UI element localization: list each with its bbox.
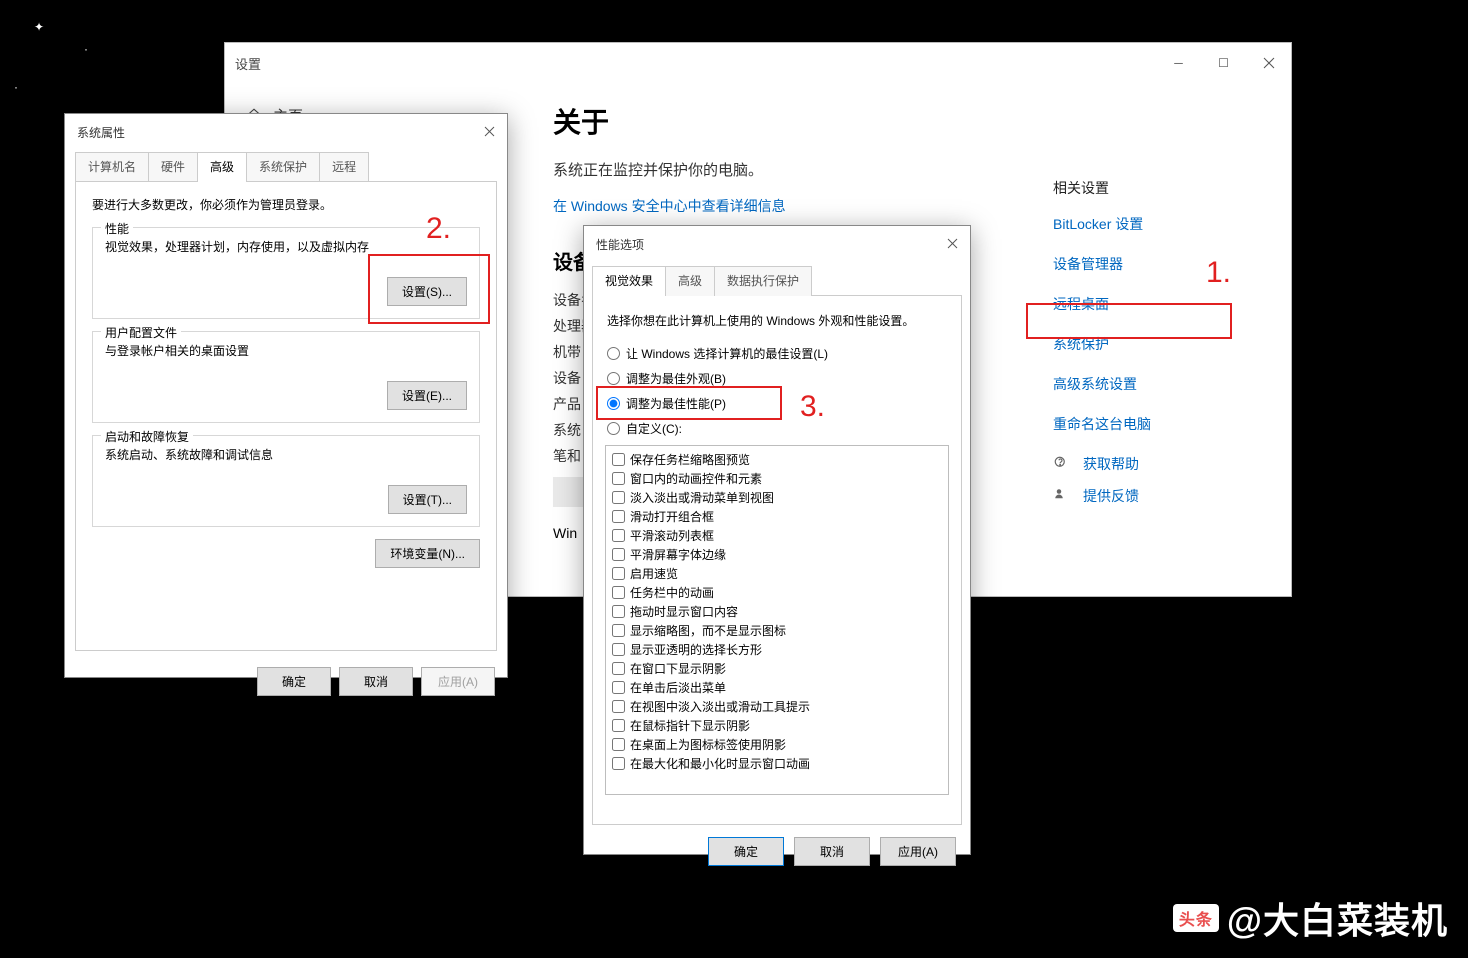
close-button[interactable] — [1246, 48, 1291, 78]
effect-checkbox[interactable]: 淡入淡出或滑动菜单到视图 — [612, 488, 942, 507]
tab-advanced-perf[interactable]: 高级 — [665, 266, 715, 296]
question-icon — [1053, 455, 1071, 473]
radio-custom[interactable]: 自定义(C): — [607, 420, 949, 437]
effect-checkbox[interactable]: 窗口内的动画控件和元素 — [612, 469, 942, 488]
perf-instruction: 选择你想在此计算机上使用的 Windows 外观和性能设置。 — [607, 312, 949, 329]
profile-desc: 与登录帐户相关的桌面设置 — [105, 342, 467, 359]
feedback-icon — [1053, 487, 1071, 505]
minimize-button[interactable]: ─ — [1156, 48, 1201, 78]
anno-num-2: 2. — [426, 212, 451, 246]
effect-checkbox[interactable]: 平滑滚动列表框 — [612, 526, 942, 545]
startup-legend: 启动和故障恢复 — [101, 428, 193, 445]
anno-num-3: 3. — [800, 390, 825, 424]
tab-remote[interactable]: 远程 — [319, 152, 369, 182]
startup-settings-button[interactable]: 设置(T)... — [388, 485, 467, 514]
tab-computer-name[interactable]: 计算机名 — [75, 152, 149, 182]
admin-note: 要进行大多数更改，你必须作为管理员登录。 — [92, 196, 480, 213]
profile-settings-button[interactable]: 设置(E)... — [387, 381, 467, 410]
apply-button[interactable]: 应用(A) — [421, 667, 495, 696]
profile-legend: 用户配置文件 — [101, 324, 181, 341]
effect-checkbox[interactable]: 任务栏中的动画 — [612, 583, 942, 602]
perf-legend: 性能 — [101, 220, 133, 237]
tab-system-protection[interactable]: 系统保护 — [246, 152, 320, 182]
perf-ok-button[interactable]: 确定 — [708, 837, 784, 866]
effect-checkbox[interactable]: 在窗口下显示阴影 — [612, 659, 942, 678]
effect-checkbox[interactable]: 保存任务栏缩略图预览 — [612, 450, 942, 469]
perf-titlebar: 性能选项 — [584, 226, 970, 263]
feedback-link[interactable]: 提供反馈 — [1053, 486, 1263, 506]
effect-checkbox[interactable]: 在视图中淡入淡出或滑动工具提示 — [612, 697, 942, 716]
profiles-group: 用户配置文件 与登录帐户相关的桌面设置 设置(E)... — [92, 331, 480, 423]
radio-best-performance[interactable]: 调整为最佳性能(P) — [607, 395, 949, 412]
effect-checkbox[interactable]: 在最大化和最小化时显示窗口动画 — [612, 754, 942, 773]
radio-best-appearance[interactable]: 调整为最佳外观(B) — [607, 370, 949, 387]
perf-title: 性能选项 — [596, 236, 644, 253]
performance-options-dialog: 性能选项 视觉效果 高级 数据执行保护 选择你想在此计算机上使用的 Window… — [583, 225, 971, 855]
close-icon[interactable] — [484, 126, 495, 140]
sysprops-tabs: 计算机名 硬件 高级 系统保护 远程 — [65, 151, 507, 181]
related-heading: 相关设置 — [1053, 178, 1263, 198]
perf-apply-button[interactable]: 应用(A) — [880, 837, 956, 866]
startup-desc: 系统启动、系统故障和调试信息 — [105, 446, 467, 463]
perf-settings-button[interactable]: 设置(S)... — [387, 277, 467, 306]
link-system-protection[interactable]: 系统保护 — [1053, 334, 1263, 354]
radio-let-windows[interactable]: 让 Windows 选择计算机的最佳设置(L) — [607, 345, 949, 362]
effect-checkbox[interactable]: 显示亚透明的选择长方形 — [612, 640, 942, 659]
effect-checkbox[interactable]: 滑动打开组合框 — [612, 507, 942, 526]
cancel-button[interactable]: 取消 — [339, 667, 413, 696]
link-device-manager[interactable]: 设备管理器 — [1053, 254, 1263, 274]
watermark: 头条 @大白菜装机 — [1173, 892, 1448, 944]
effect-checkbox[interactable]: 拖动时显示窗口内容 — [612, 602, 942, 621]
effect-checkbox[interactable]: 在单击后淡出菜单 — [612, 678, 942, 697]
settings-title: 设置 — [225, 54, 261, 73]
close-icon[interactable] — [947, 238, 958, 252]
about-heading: 关于 — [553, 101, 1013, 141]
performance-group: 性能 视觉效果，处理器计划，内存使用，以及虚拟内存 设置(S)... — [92, 227, 480, 319]
sysprops-title: 系统属性 — [77, 124, 125, 141]
maximize-button[interactable]: ☐ — [1201, 48, 1246, 78]
link-bitlocker[interactable]: BitLocker 设置 — [1053, 214, 1263, 234]
anno-num-1: 1. — [1206, 256, 1231, 290]
tab-visual-effects[interactable]: 视觉效果 — [592, 266, 666, 296]
ok-button[interactable]: 确定 — [257, 667, 331, 696]
link-advanced-system[interactable]: 高级系统设置 — [1053, 374, 1263, 394]
effect-checkbox[interactable]: 显示缩略图，而不是显示图标 — [612, 621, 942, 640]
perf-desc: 视觉效果，处理器计划，内存使用，以及虚拟内存 — [105, 238, 467, 255]
effects-checklist[interactable]: 保存任务栏缩略图预览窗口内的动画控件和元素淡入淡出或滑动菜单到视图滑动打开组合框… — [605, 445, 949, 795]
effect-checkbox[interactable]: 在鼠标指针下显示阴影 — [612, 716, 942, 735]
settings-titlebar: 设置 ─ ☐ — [225, 43, 1291, 83]
system-properties-dialog: 系统属性 计算机名 硬件 高级 系统保护 远程 要进行大多数更改，你必须作为管理… — [64, 113, 508, 678]
monitoring-text: 系统正在监控并保护你的电脑。 — [553, 159, 1013, 180]
watermark-author: @大白菜装机 — [1227, 892, 1448, 944]
tab-advanced[interactable]: 高级 — [197, 152, 247, 182]
watermark-badge: 头条 — [1173, 904, 1219, 932]
get-help-link[interactable]: 获取帮助 — [1053, 454, 1263, 474]
envvars-button[interactable]: 环境变量(N)... — [375, 539, 480, 568]
perf-cancel-button[interactable]: 取消 — [794, 837, 870, 866]
tab-hardware[interactable]: 硬件 — [148, 152, 198, 182]
effect-checkbox[interactable]: 在桌面上为图标标签使用阴影 — [612, 735, 942, 754]
related-settings: 相关设置 BitLocker 设置 设备管理器 远程桌面 系统保护 高级系统设置… — [1053, 178, 1263, 506]
startup-group: 启动和故障恢复 系统启动、系统故障和调试信息 设置(T)... — [92, 435, 480, 527]
effect-checkbox[interactable]: 启用速览 — [612, 564, 942, 583]
link-remote-desktop[interactable]: 远程桌面 — [1053, 294, 1263, 314]
perf-tabs: 视觉效果 高级 数据执行保护 — [584, 263, 970, 295]
link-rename-pc[interactable]: 重命名这台电脑 — [1053, 414, 1263, 434]
security-center-link[interactable]: 在 Windows 安全中心中查看详细信息 — [553, 196, 1013, 216]
effect-checkbox[interactable]: 平滑屏幕字体边缘 — [612, 545, 942, 564]
tab-dep[interactable]: 数据执行保护 — [714, 266, 812, 296]
sysprops-titlebar: 系统属性 — [65, 114, 507, 151]
